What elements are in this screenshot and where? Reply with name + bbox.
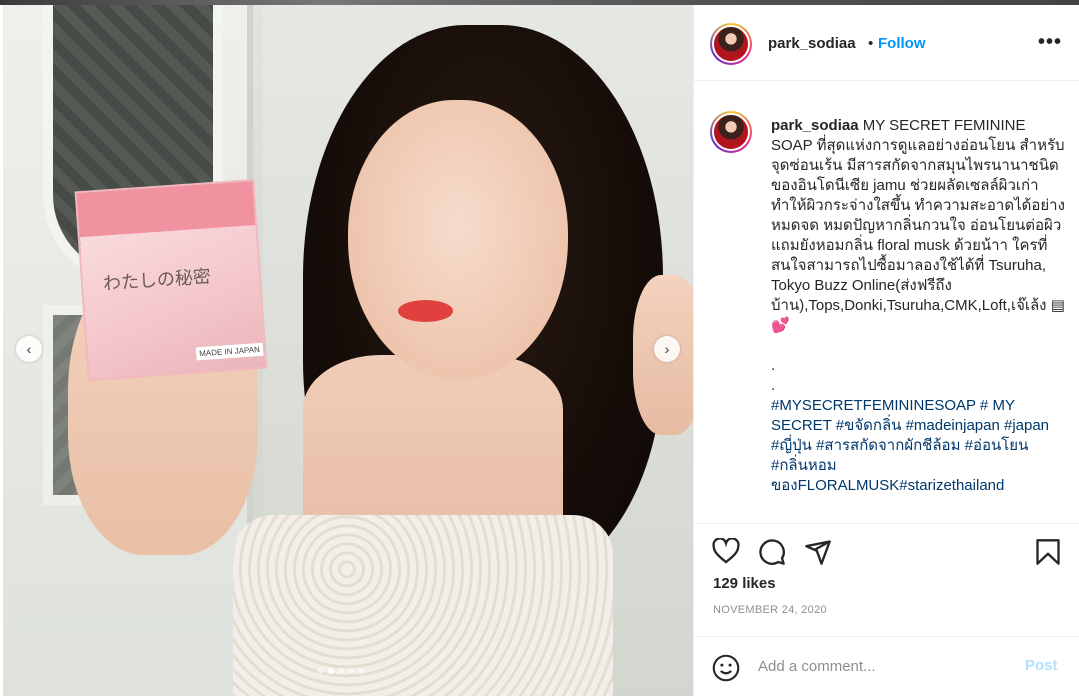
comment-icon[interactable] bbox=[758, 538, 786, 566]
next-photo-button[interactable]: › bbox=[654, 336, 680, 362]
product-box: わたしの秘密 MADE IN JAPAN bbox=[74, 178, 268, 382]
product-box-title: わたしの秘密 bbox=[102, 266, 212, 295]
caption-text: MY SECRET FEMININE SOAP ที่สุดแห่งการดูแ… bbox=[771, 117, 1065, 314]
caption-dot: . bbox=[771, 377, 776, 394]
chevron-left-icon: ‹ bbox=[26, 341, 32, 357]
follow-button[interactable]: Follow bbox=[878, 35, 926, 52]
carousel-dot bbox=[318, 668, 324, 674]
photo-dress bbox=[233, 515, 613, 696]
photo-shoulders bbox=[303, 355, 563, 535]
caption-dot: . bbox=[771, 357, 776, 374]
post-caption: park_sodiaa MY SECRET FEMININE SOAP ที่ส… bbox=[771, 116, 1067, 496]
post-comment-button[interactable]: Post bbox=[1025, 657, 1058, 674]
comment-input[interactable] bbox=[758, 654, 1008, 678]
emoji-icon[interactable] bbox=[712, 654, 740, 682]
likes-count[interactable]: 129 likes bbox=[713, 575, 776, 592]
save-bookmark-icon[interactable] bbox=[1035, 538, 1061, 566]
caption-avatar[interactable] bbox=[710, 111, 752, 153]
product-box-band bbox=[76, 181, 256, 238]
like-heart-icon[interactable] bbox=[712, 538, 740, 564]
instagram-post-modal: わたしの秘密 MADE IN JAPAN ‹ › park_sodiaa • F… bbox=[0, 0, 1079, 696]
previous-photo-button[interactable]: ‹ bbox=[16, 336, 42, 362]
caption-username[interactable]: park_sodiaa bbox=[771, 117, 859, 134]
carousel-dot bbox=[358, 668, 364, 674]
comment-bar: Post bbox=[694, 636, 1079, 696]
photo-lips bbox=[398, 300, 453, 322]
header-username[interactable]: park_sodiaa bbox=[768, 35, 856, 52]
post-date[interactable]: NOVEMBER 24, 2020 bbox=[713, 604, 827, 616]
heart-emoji-icon: 💕 bbox=[771, 317, 790, 334]
hashtag-link[interactable]: #MYSECRETFEMININESOAP bbox=[771, 397, 976, 414]
carousel-dot bbox=[338, 668, 344, 674]
post-side-panel: park_sodiaa • Follow ••• park_sodiaa MY … bbox=[693, 5, 1079, 696]
chevron-right-icon: › bbox=[664, 341, 670, 357]
product-box-made-in: MADE IN JAPAN bbox=[195, 342, 264, 361]
more-options-icon[interactable]: ••• bbox=[1038, 31, 1062, 54]
post-header: park_sodiaa • Follow ••• bbox=[694, 5, 1079, 81]
caption-emoji: ▤ bbox=[1050, 297, 1065, 314]
header-separator: • bbox=[868, 35, 874, 52]
carousel-dot-active bbox=[328, 668, 334, 674]
photo-face bbox=[348, 100, 568, 380]
carousel-dot bbox=[348, 668, 354, 674]
post-photo[interactable]: わたしの秘密 MADE IN JAPAN bbox=[3, 5, 693, 696]
share-icon[interactable] bbox=[804, 538, 832, 566]
avatar[interactable] bbox=[710, 23, 752, 65]
carousel-indicator bbox=[318, 668, 364, 674]
